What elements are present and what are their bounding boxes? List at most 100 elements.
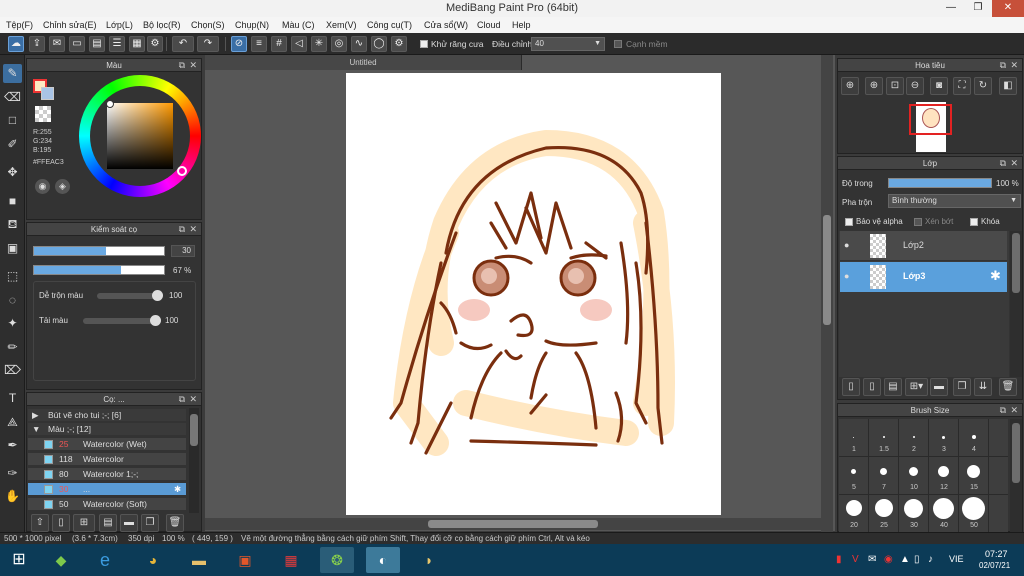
- close-icon[interactable]: ✕: [1010, 404, 1018, 417]
- lasso-tool-icon[interactable]: ◌: [3, 291, 22, 310]
- antialias-checkbox[interactable]: [420, 40, 428, 48]
- delete-layer-icon[interactable]: 🗑: [999, 378, 1017, 396]
- brush-folder-icon[interactable]: ▬: [120, 514, 138, 532]
- adjust-select[interactable]: 40 ▼: [531, 37, 605, 51]
- brush-size-dot[interactable]: [938, 466, 949, 477]
- page-icon[interactable]: ▤: [89, 36, 105, 52]
- volume-icon[interactable]: ♪: [928, 554, 933, 565]
- eye-icon[interactable]: ●: [844, 271, 849, 281]
- radial-snap-icon[interactable]: ✳: [311, 36, 327, 52]
- blend-mode-select[interactable]: Bình thường ▼: [888, 194, 1021, 208]
- navigator-thumbnail[interactable]: [909, 102, 952, 152]
- color-picker-handle[interactable]: [106, 100, 114, 108]
- transparent-swatch[interactable]: [35, 106, 51, 122]
- tray-flag-icon[interactable]: ▮: [836, 554, 842, 565]
- drawing-canvas[interactable]: [346, 73, 721, 515]
- brush-tool-icon[interactable]: ✎: [3, 64, 22, 83]
- eye-icon[interactable]: ●: [844, 240, 849, 250]
- undock-icon[interactable]: ⧉: [179, 59, 185, 72]
- brush-group[interactable]: ▶ Bút vẽ cho tui ;-; [6]: [28, 409, 186, 421]
- secondary-color-swatch[interactable]: [41, 87, 54, 100]
- parallel-snap-icon[interactable]: ≡: [251, 36, 267, 52]
- undo-icon[interactable]: ↶: [172, 36, 194, 52]
- brush-edit-icon[interactable]: ▤: [99, 514, 117, 532]
- fill-shape-tool-icon[interactable]: ■: [3, 192, 22, 211]
- undock-icon[interactable]: ⧉: [179, 223, 185, 236]
- brush-cloud-icon[interactable]: ⇧: [31, 514, 49, 532]
- snap-off-icon[interactable]: ⊘: [231, 36, 247, 52]
- restore-button[interactable]: ❐: [965, 0, 991, 17]
- layer-item-selected[interactable]: ● Lớp3 ✱: [840, 262, 1007, 292]
- blend-slider[interactable]: [97, 290, 163, 301]
- brush-item[interactable]: 25 Watercolor (Wet): [28, 438, 186, 450]
- smooth-checkbox[interactable]: [614, 40, 622, 48]
- app-green-icon[interactable]: ❂: [320, 547, 354, 573]
- document-tab[interactable]: Untitled: [205, 55, 522, 70]
- fit-screen-icon[interactable]: ⛶: [953, 77, 971, 95]
- grid-icon[interactable]: ▦: [129, 36, 145, 52]
- undock-icon[interactable]: ⧉: [179, 393, 185, 406]
- canvas-vertical-scrollbar[interactable]: [821, 55, 833, 532]
- brush-size-dot[interactable]: [883, 436, 885, 438]
- brush-size-dot[interactable]: [967, 465, 980, 478]
- chrome-icon[interactable]: ◕: [136, 547, 170, 573]
- eraser-tool-icon[interactable]: ⌫: [3, 88, 22, 107]
- app-folder-icon[interactable]: ◗: [412, 547, 446, 573]
- menu-layer[interactable]: Lớp(L): [106, 17, 133, 33]
- menu-cloud[interactable]: Cloud: [477, 17, 501, 33]
- chat-icon[interactable]: ✉: [49, 36, 65, 52]
- zoom-in-icon[interactable]: ⊕: [841, 77, 859, 95]
- menu-color[interactable]: Màu (C): [282, 17, 315, 33]
- flip-icon[interactable]: ◧: [999, 77, 1017, 95]
- tray-v-icon[interactable]: V: [852, 554, 859, 565]
- rotate-icon[interactable]: ↻: [974, 77, 992, 95]
- internet-explorer-icon[interactable]: e: [88, 547, 122, 573]
- tray-arrow-icon[interactable]: ▲: [900, 554, 910, 565]
- brush-item[interactable]: 118 Watercolor: [28, 453, 186, 465]
- merge-layer-icon[interactable]: ⇊: [974, 378, 992, 396]
- palette-icon[interactable]: ◉: [35, 179, 50, 194]
- ellipse-snap-icon[interactable]: ◯: [371, 36, 387, 52]
- windows-start-icon[interactable]: ⊞: [2, 547, 36, 573]
- menu-file[interactable]: Tệp(F): [6, 17, 33, 33]
- hue-wheel[interactable]: [79, 75, 201, 197]
- close-icon[interactable]: ✕: [189, 223, 197, 236]
- layer-folder-icon[interactable]: ▬: [930, 378, 948, 396]
- bucket-tool-icon[interactable]: ⛾: [3, 215, 22, 234]
- network-icon[interactable]: ▯: [914, 554, 920, 565]
- clock-date[interactable]: 02/07/21: [979, 561, 1010, 570]
- layer-opacity-slider[interactable]: [888, 178, 992, 188]
- brush-size-dot[interactable]: [853, 437, 854, 438]
- tray-icon[interactable]: ✉: [868, 554, 876, 565]
- protect-alpha-checkbox[interactable]: [845, 218, 853, 226]
- bluestacks-icon[interactable]: ◆: [44, 547, 78, 573]
- brush-size-value[interactable]: 30: [171, 245, 195, 257]
- gradient-tool-icon[interactable]: ▣: [3, 239, 22, 258]
- cloud-icon[interactable]: ☁: [8, 36, 24, 52]
- tray-icon[interactable]: ◉: [884, 554, 893, 565]
- list-icon[interactable]: ☰: [109, 36, 125, 52]
- brush-size-dot[interactable]: [942, 436, 945, 439]
- actual-size-icon[interactable]: ◙: [930, 77, 948, 95]
- add-layer-icon[interactable]: ⊞▾: [905, 378, 928, 396]
- language-indicator[interactable]: VIE: [949, 554, 964, 564]
- text-tool-icon[interactable]: T: [3, 389, 22, 408]
- saturation-square[interactable]: [107, 103, 173, 169]
- select-pen-icon[interactable]: ✏: [3, 338, 22, 357]
- menu-window[interactable]: Cửa sổ(W): [424, 17, 468, 33]
- zoom-out-icon[interactable]: ⊖: [906, 77, 924, 95]
- gear-icon[interactable]: ✱: [990, 268, 1001, 284]
- layer-list-scrollbar[interactable]: [1010, 231, 1022, 377]
- copy-layer-icon[interactable]: ▤: [884, 378, 902, 396]
- divide-tool-icon[interactable]: ⟁: [3, 413, 22, 432]
- pen-tool-icon[interactable]: ✑: [3, 464, 22, 483]
- brush-size-dot[interactable]: [972, 435, 976, 439]
- brush-group[interactable]: ▼ Màu ;-; [12]: [28, 423, 186, 435]
- zoom-in-alt-icon[interactable]: ⊕: [865, 77, 883, 95]
- brush-size-dot[interactable]: [880, 468, 887, 475]
- select-tool-icon[interactable]: ⬚: [3, 267, 22, 286]
- close-icon[interactable]: ✕: [1010, 59, 1018, 72]
- minimize-button[interactable]: —: [938, 0, 964, 17]
- undock-icon[interactable]: ⧉: [1000, 157, 1006, 170]
- undock-icon[interactable]: ⧉: [1000, 59, 1006, 72]
